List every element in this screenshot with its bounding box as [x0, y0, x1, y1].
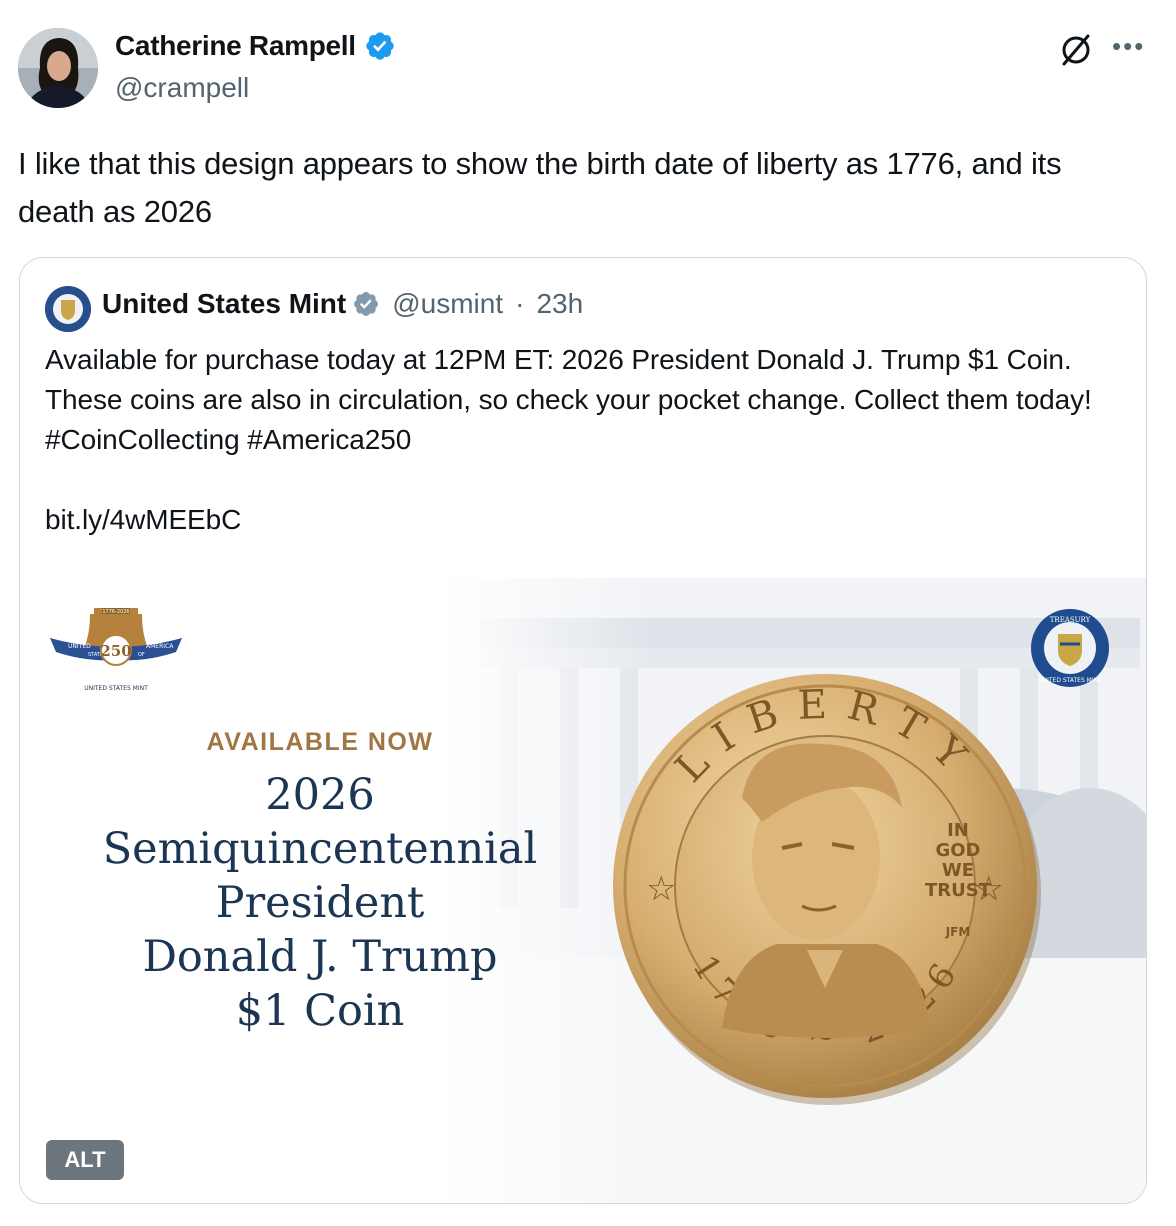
- alt-text-badge[interactable]: ALT: [46, 1140, 124, 1180]
- coin-motto-we: WE: [942, 860, 974, 881]
- bell-250: 250: [100, 642, 131, 660]
- quoted-header: United States Mint @usmint · 23h: [102, 288, 583, 320]
- quoted-author-avatar[interactable]: [45, 286, 91, 332]
- headline-name: Donald J. Trump: [142, 932, 498, 982]
- coin-promo-image[interactable]: 1776-2026 UNITED STATES OF AMERICA 250 U…: [20, 578, 1146, 1203]
- quoted-tweet[interactable]: United States Mint @usmint · 23h Availab…: [19, 257, 1147, 1204]
- headline-year: 2026: [265, 770, 375, 820]
- author-avatar[interactable]: [18, 28, 98, 108]
- dollar-coin-image: LIBERTY 1776 ~ 2026 ☆ ☆ IN GOD WE TRUST …: [613, 674, 1041, 1105]
- coin-headline: 2026 Semiquincentennial President Donald…: [20, 768, 620, 1038]
- bell-caption: UNITED STATES MINT: [84, 685, 148, 692]
- coin-motto-in: IN: [947, 820, 969, 841]
- america-250-bell-logo: 1776-2026 UNITED STATES OF AMERICA 250 U…: [50, 608, 182, 692]
- quoted-timestamp[interactable]: 23h: [536, 288, 583, 320]
- grok-icon[interactable]: [1056, 30, 1096, 70]
- quoted-text: Available for purchase today at 12PM ET:…: [45, 344, 1092, 535]
- bell-dates: 1776-2026: [102, 609, 129, 615]
- more-options-icon[interactable]: •••: [1112, 33, 1145, 59]
- headline-president: President: [215, 878, 425, 928]
- author-name-text[interactable]: Catherine Rampell: [115, 30, 356, 62]
- ribbon-right: AMERICA: [146, 643, 174, 650]
- quoted-handle[interactable]: @usmint: [392, 288, 503, 320]
- author-handle[interactable]: @crampell: [115, 72, 249, 104]
- verified-badge-icon[interactable]: [364, 30, 396, 62]
- tweet-text: I like that this design appears to show …: [18, 146, 1062, 229]
- coin-initials: JFM: [945, 925, 971, 939]
- seal-top: TREASURY: [1050, 616, 1091, 624]
- ribbon-of: OF: [138, 652, 145, 658]
- available-now-label: AVAILABLE NOW: [206, 728, 434, 756]
- headline-coin: $1 Coin: [235, 986, 405, 1036]
- author-name[interactable]: Catherine Rampell: [115, 30, 396, 62]
- quoted-author-name[interactable]: United States Mint: [102, 288, 346, 320]
- quoted-separator: ·: [515, 288, 525, 319]
- verified-badge-gray-icon[interactable]: [352, 290, 380, 318]
- ribbon-left: UNITED: [68, 643, 91, 650]
- coin-motto-god: GOD: [935, 840, 980, 861]
- coin-star-left-icon: ☆: [646, 869, 676, 909]
- headline-semiquincentennial: Semiquincentennial: [102, 824, 538, 874]
- coin-motto-trust: TRUST: [925, 880, 992, 901]
